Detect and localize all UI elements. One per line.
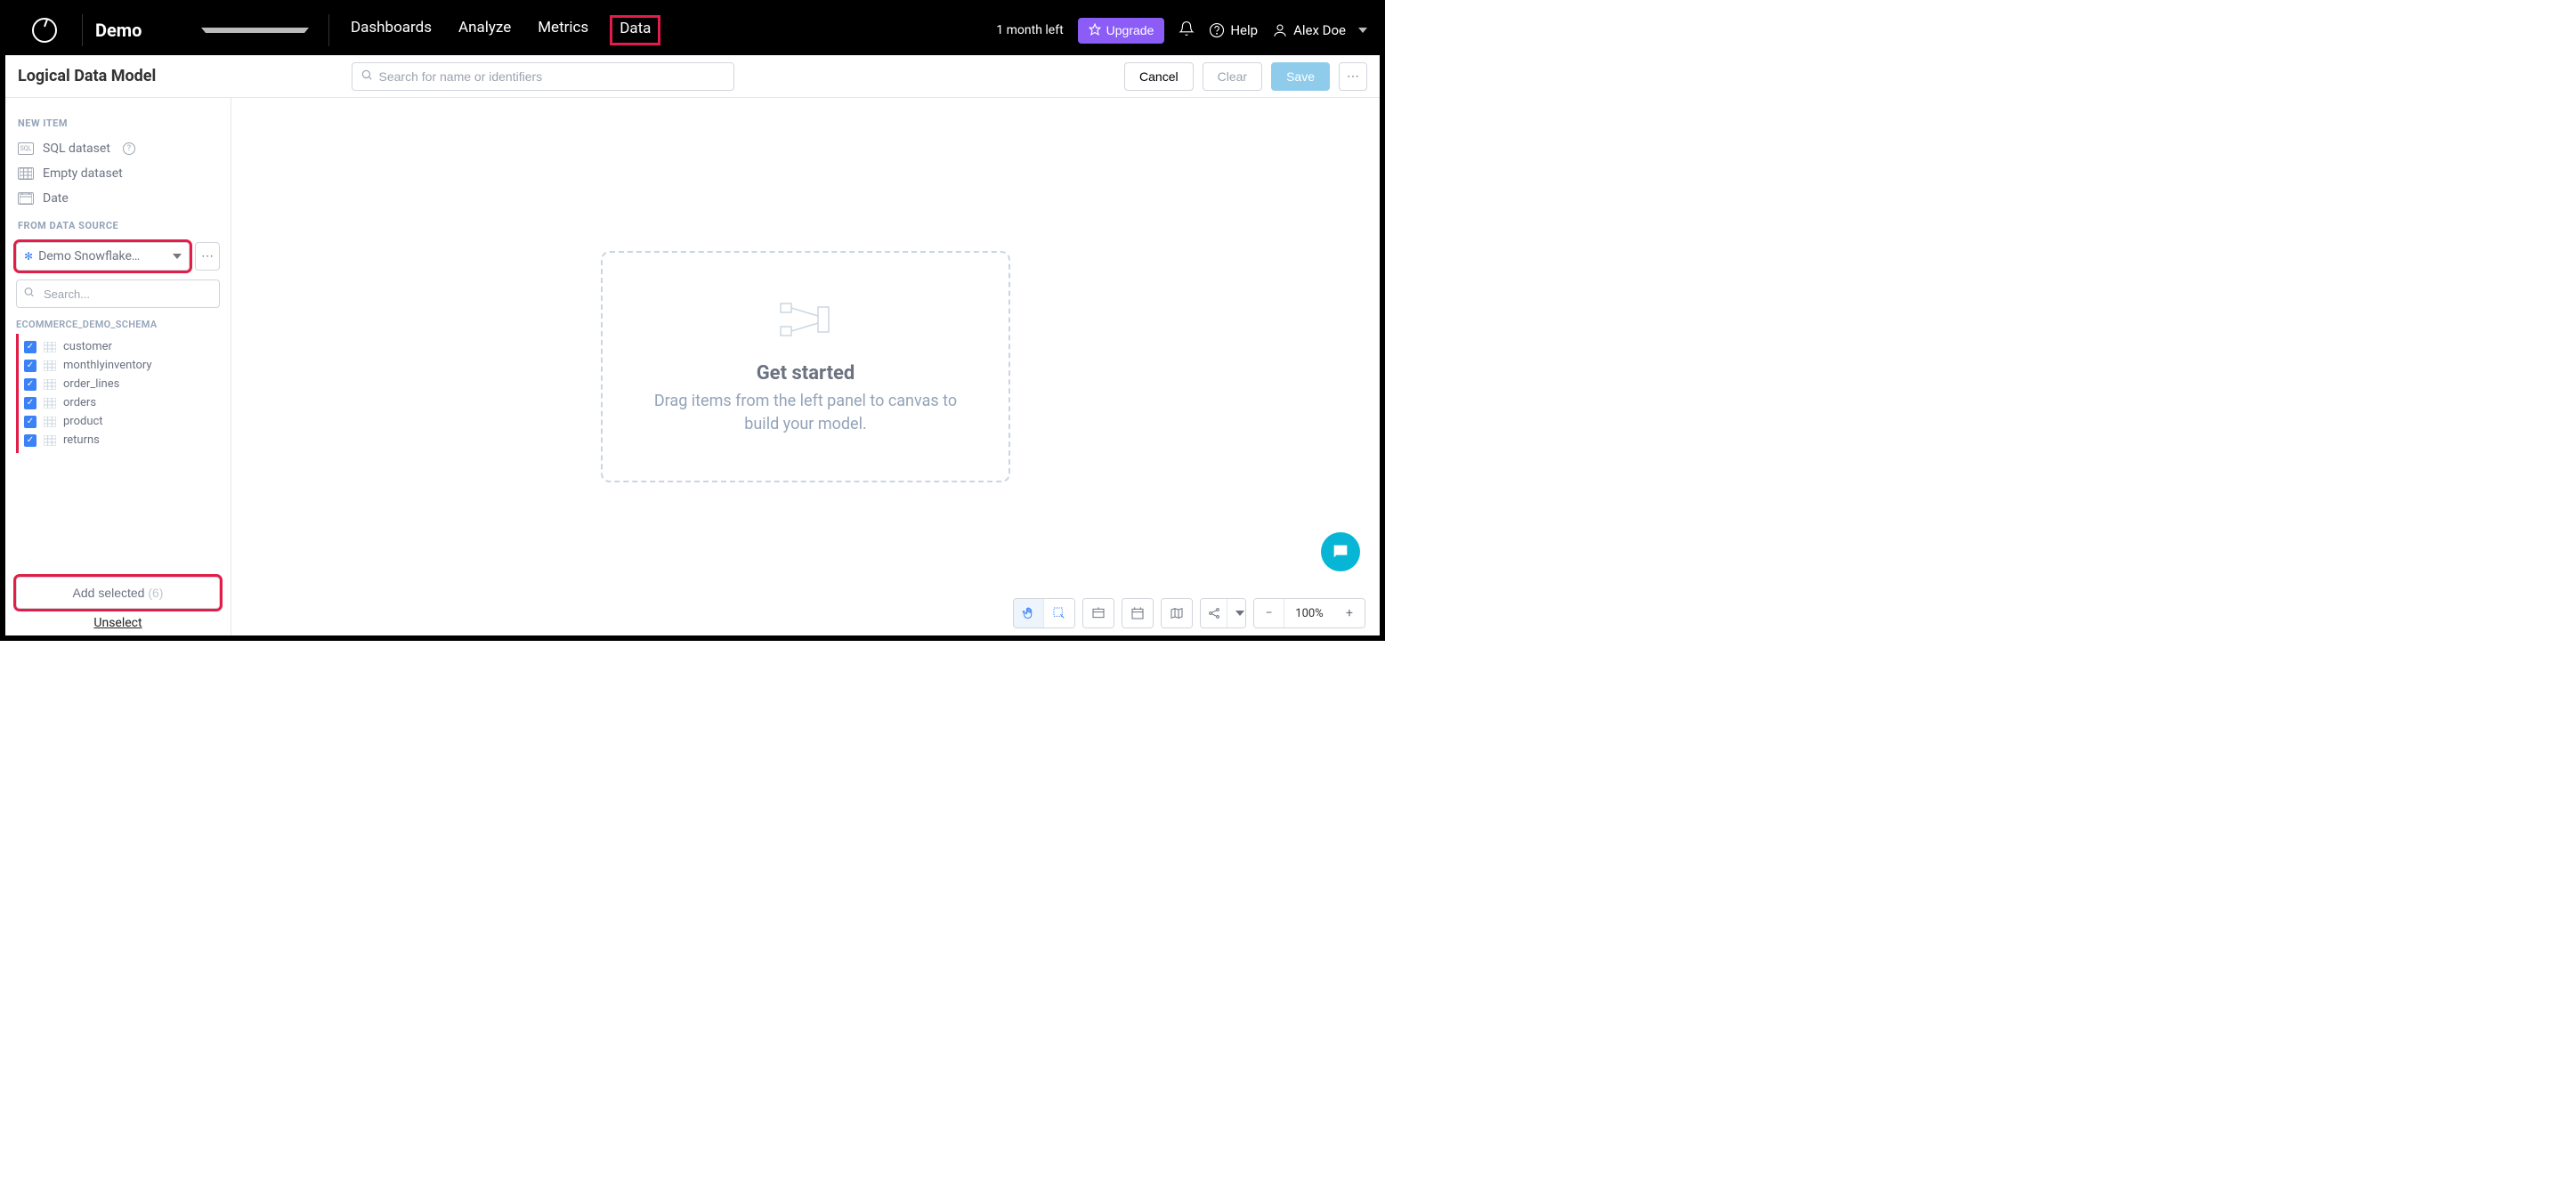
topbar: Demo Dashboards Analyze Metrics Data 1 m… xyxy=(5,5,1380,55)
table-item-customer[interactable]: ✓ customer xyxy=(19,337,220,356)
checkbox-icon[interactable]: ✓ xyxy=(24,341,36,353)
canvas[interactable]: Get started Drag items from the left pan… xyxy=(231,98,1380,635)
logo[interactable] xyxy=(14,18,75,43)
checkbox-icon[interactable]: ✓ xyxy=(24,397,36,409)
table-item-order-lines[interactable]: ✓ order_lines xyxy=(19,375,220,393)
workspace-switcher[interactable]: Demo xyxy=(90,20,321,41)
ellipsis-icon: ⋯ xyxy=(1347,69,1359,84)
save-button[interactable]: Save xyxy=(1271,62,1330,91)
nav-metrics[interactable]: Metrics xyxy=(532,15,594,45)
zoom-out-button[interactable]: − xyxy=(1254,599,1284,627)
star-icon xyxy=(1089,23,1101,38)
chevron-down-icon xyxy=(1358,28,1367,33)
table-item-monthlyinventory[interactable]: ✓ monthlyinventory xyxy=(19,356,220,375)
table-icon xyxy=(44,435,56,446)
add-selected-button[interactable]: Add selected (6) xyxy=(16,577,220,609)
chevron-down-icon xyxy=(201,28,309,33)
global-search-input[interactable] xyxy=(352,62,734,91)
canvas-placeholder-subtitle: Drag items from the left panel to canvas… xyxy=(645,390,966,434)
table-icon xyxy=(44,360,56,371)
cancel-button[interactable]: Cancel xyxy=(1124,62,1194,91)
search-icon xyxy=(360,69,373,85)
schema-name: ECOMMERCE_DEMO_SCHEMA xyxy=(16,319,220,330)
zoom-in-button[interactable]: + xyxy=(1334,599,1365,627)
main-nav: Dashboards Analyze Metrics Data xyxy=(345,15,660,45)
workspace-name: Demo xyxy=(95,20,194,41)
snowflake-icon: ✻ xyxy=(24,250,33,263)
table-icon xyxy=(44,379,56,390)
unselect-link[interactable]: Unselect xyxy=(16,616,220,630)
upgrade-button[interactable]: Upgrade xyxy=(1078,18,1165,44)
tool-add-date[interactable] xyxy=(1122,599,1153,627)
sidebar: NEW ITEM SQL SQL dataset ? Empty dataset… xyxy=(5,98,231,635)
nav-analyze[interactable]: Analyze xyxy=(453,15,516,45)
ellipsis-icon: ⋯ xyxy=(201,249,214,263)
tool-share-dropdown[interactable] xyxy=(1227,599,1245,627)
checkbox-icon[interactable]: ✓ xyxy=(24,434,36,447)
section-new-item: NEW ITEM xyxy=(18,117,218,129)
tool-map[interactable] xyxy=(1162,599,1192,627)
table-icon xyxy=(44,398,56,409)
tool-add-dataset[interactable] xyxy=(1083,599,1114,627)
bell-icon[interactable] xyxy=(1179,20,1195,40)
grid-icon xyxy=(18,167,34,180)
diagram-icon xyxy=(777,298,834,344)
checkbox-icon[interactable]: ✓ xyxy=(24,360,36,372)
table-item-orders[interactable]: ✓ orders xyxy=(19,393,220,412)
sql-icon: SQL xyxy=(18,142,34,155)
table-item-returns[interactable]: ✓ returns xyxy=(19,431,220,449)
datasource-more-button[interactable]: ⋯ xyxy=(195,242,220,271)
canvas-placeholder: Get started Drag items from the left pan… xyxy=(601,251,1010,482)
subbar: Logical Data Model Cancel Clear Save ⋯ xyxy=(5,55,1380,98)
clear-button[interactable]: Clear xyxy=(1203,62,1262,91)
chat-button[interactable] xyxy=(1321,532,1360,571)
search-icon xyxy=(23,287,35,302)
table-list: ✓ customer ✓ monthlyinventory ✓ order_li… xyxy=(16,334,220,453)
sidebar-search-input[interactable] xyxy=(16,279,220,308)
zoom-value: 100% xyxy=(1284,607,1334,620)
tool-pan[interactable] xyxy=(1014,599,1044,627)
table-icon xyxy=(44,417,56,427)
checkbox-icon[interactable]: ✓ xyxy=(24,378,36,391)
section-from-datasource: FROM DATA SOURCE xyxy=(18,220,218,231)
datasource-select[interactable]: ✻ Demo Snowflake… xyxy=(16,242,190,271)
new-item-date[interactable]: Date xyxy=(16,186,220,211)
calendar-icon xyxy=(18,192,34,205)
trial-text: 1 month left xyxy=(996,23,1063,37)
chevron-down-icon xyxy=(1235,611,1244,616)
table-icon xyxy=(44,342,56,352)
new-item-empty-dataset[interactable]: Empty dataset xyxy=(16,161,220,186)
page-title: Logical Data Model xyxy=(18,67,156,85)
chevron-down-icon xyxy=(173,254,182,259)
user-menu[interactable]: Alex Doe xyxy=(1272,22,1367,38)
canvas-placeholder-title: Get started xyxy=(757,362,855,384)
new-item-sql-dataset[interactable]: SQL SQL dataset ? xyxy=(16,136,220,161)
help-icon[interactable]: ? xyxy=(123,142,135,155)
tool-share[interactable] xyxy=(1201,599,1227,627)
checkbox-icon[interactable]: ✓ xyxy=(24,416,36,428)
nav-data[interactable]: Data xyxy=(610,15,660,45)
logo-icon xyxy=(32,18,57,43)
more-actions-button[interactable]: ⋯ xyxy=(1339,62,1367,91)
table-item-product[interactable]: ✓ product xyxy=(19,412,220,431)
nav-dashboards[interactable]: Dashboards xyxy=(345,15,437,45)
help-link[interactable]: Help xyxy=(1209,22,1258,38)
bottom-toolbar: − 100% + xyxy=(1013,598,1365,628)
tool-select[interactable] xyxy=(1044,599,1074,627)
